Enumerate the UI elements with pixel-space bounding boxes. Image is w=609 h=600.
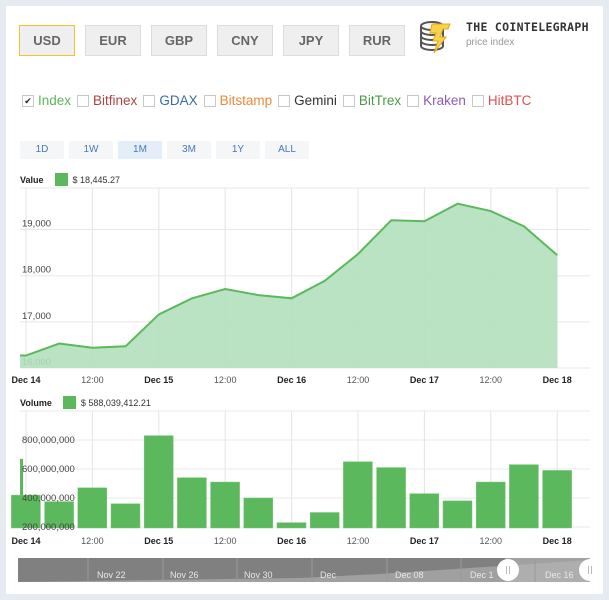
exchange-label: HitBTC — [487, 93, 532, 108]
logo-subtitle: price index — [466, 37, 515, 48]
x-tick-label: 12:00 — [214, 375, 237, 385]
y-tick-label: 18,000 — [22, 265, 51, 276]
navigator-handle-right[interactable] — [579, 559, 601, 581]
checkbox[interactable] — [143, 94, 156, 107]
exchange-label: GDAX — [159, 93, 198, 108]
volume-bar — [509, 464, 539, 529]
x-tick-label: Dec 14 — [11, 375, 40, 385]
cointelegraph-logo: THE COINTELEGRAPH price index — [418, 16, 598, 56]
exchange-toggle-kraken[interactable]: Kraken — [407, 93, 466, 108]
x-tick-label: Dec 17 — [410, 375, 439, 385]
navigator-handle-left[interactable] — [497, 559, 519, 581]
y-tick-label: 17,000 — [22, 311, 51, 322]
navigator-label: Nov 30 — [244, 570, 273, 580]
value-chart[interactable]: 16,00017,00018,00019,000Dec 1412:00Dec 1… — [0, 180, 609, 400]
currency-button-usd[interactable]: USD — [19, 25, 75, 56]
x-tick-label: Dec 14 — [11, 536, 40, 546]
currency-button-rur[interactable]: RUR — [349, 25, 405, 56]
volume-bar — [442, 500, 473, 529]
x-tick-label: Dec 18 — [543, 375, 572, 385]
navigator-label: Dec — [320, 570, 337, 580]
currency-button-eur[interactable]: EUR — [85, 25, 141, 56]
checkbox[interactable] — [77, 94, 90, 107]
navigator-label: Dec 08 — [395, 570, 424, 580]
volume-bar — [210, 481, 240, 529]
x-tick-label: Dec 15 — [144, 536, 173, 546]
currency-button-gbp[interactable]: GBP — [151, 25, 207, 56]
volume-bar — [376, 467, 406, 529]
y-tick-label: 400,000,000 — [22, 493, 75, 504]
range-button-3m[interactable]: 3M — [167, 141, 211, 159]
y-tick-label: 800,000,000 — [22, 435, 75, 446]
exchange-toggle-gdax[interactable]: GDAX — [143, 93, 198, 108]
exchange-toggle-gemini[interactable]: Gemini — [278, 93, 337, 108]
range-button-1y[interactable]: 1Y — [216, 141, 260, 159]
checkbox[interactable] — [471, 94, 484, 107]
x-tick-label: Dec 15 — [144, 375, 173, 385]
range-button-all[interactable]: ALL — [265, 141, 309, 159]
exchange-label: Index — [38, 93, 72, 108]
exchange-label: Bitfinex — [93, 93, 138, 108]
volume-bar — [343, 461, 373, 529]
exchange-label: BitTrex — [358, 93, 402, 108]
navigator-label: Nov 26 — [170, 570, 199, 580]
navigator-label: Nov 22 — [97, 570, 126, 580]
exchange-label: Bitstamp — [219, 93, 273, 108]
volume-bar — [143, 435, 174, 529]
x-tick-label: 12:00 — [480, 375, 503, 385]
checkbox[interactable] — [342, 94, 355, 107]
range-button-1m[interactable]: 1M — [118, 141, 162, 159]
exchange-toggle-bitstamp[interactable]: Bitstamp — [203, 93, 273, 108]
exchange-label: Gemini — [294, 93, 337, 108]
volume-bar — [276, 522, 307, 529]
volume-bar — [177, 477, 207, 529]
range-button-1d[interactable]: 1D — [20, 141, 64, 159]
exchange-toggle-bitfinex[interactable]: Bitfinex — [77, 93, 137, 108]
checkbox[interactable] — [278, 94, 291, 107]
exchange-toggle-hitbtc[interactable]: HitBTC — [471, 93, 532, 108]
x-tick-label: Dec 17 — [410, 536, 439, 546]
exchange-toggle-index[interactable]: ✔ Index — [22, 93, 71, 108]
x-tick-label: Dec 16 — [277, 536, 306, 546]
y-tick-label: 600,000,000 — [22, 464, 75, 475]
checkbox[interactable] — [203, 94, 216, 107]
x-tick-label: 12:00 — [347, 536, 370, 546]
y-tick-label: 200,000,000 — [22, 522, 75, 533]
x-tick-label: 12:00 — [81, 536, 104, 546]
x-tick-label: 12:00 — [81, 375, 104, 385]
checkbox[interactable] — [407, 94, 420, 107]
x-tick-label: 12:00 — [214, 536, 237, 546]
x-tick-label: Dec 18 — [543, 536, 572, 546]
volume-bar — [77, 487, 108, 529]
currency-button-jpy[interactable]: JPY — [283, 25, 339, 56]
x-tick-label: 12:00 — [347, 375, 370, 385]
volume-bar — [542, 470, 572, 529]
exchange-label: Kraken — [423, 93, 466, 108]
volume-bar — [309, 512, 340, 529]
navigator-label: Dec 16 — [545, 570, 574, 580]
x-tick-label: 12:00 — [480, 536, 503, 546]
range-navigator[interactable]: Nov 22 Nov 26 Nov 30 Dec Dec 08 Dec 1 Dec 16 — [0, 556, 609, 596]
value-area — [20, 203, 558, 368]
y-tick-label: 19,000 — [22, 219, 51, 230]
currency-button-cny[interactable]: CNY — [217, 25, 273, 56]
volume-bar — [475, 481, 506, 529]
navigator-label: Dec 1 — [470, 570, 494, 580]
exchange-filter-list: ✔ Index Bitfinex GDAX Bitstamp Gemini BitTrex K… — [22, 93, 531, 108]
volume-bar — [409, 493, 440, 529]
x-tick-label: Dec 16 — [277, 375, 306, 385]
volume-bar — [243, 497, 274, 529]
volume-bar — [110, 503, 141, 529]
volume-chart[interactable]: 200,000,000 400,000,000 600,000,000 800,000… — [0, 405, 609, 555]
range-button-1w[interactable]: 1W — [69, 141, 113, 159]
logo-title: THE COINTELEGRAPH — [466, 20, 589, 34]
coin-stack-lightning-icon — [420, 21, 451, 54]
checkbox[interactable]: ✔ — [22, 94, 34, 107]
exchange-toggle-bittrex[interactable]: BitTrex — [342, 93, 402, 108]
